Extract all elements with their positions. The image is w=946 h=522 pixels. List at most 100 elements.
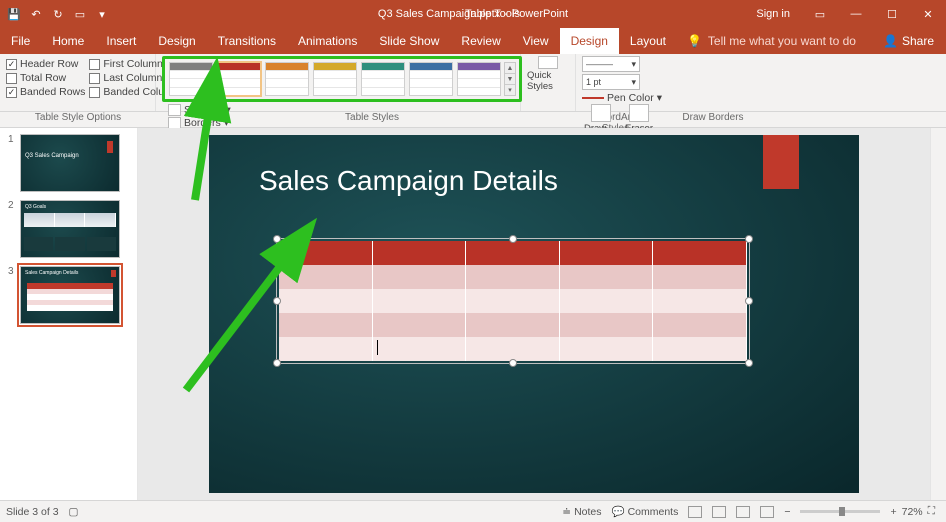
pen-weight-select[interactable]: 1 pt▾: [582, 74, 706, 90]
tab-insert[interactable]: Insert: [95, 28, 147, 54]
share-icon: 👤: [883, 34, 898, 48]
pen-color-icon: [582, 97, 604, 99]
gallery-scroll[interactable]: ▲▼▾: [504, 62, 516, 96]
tab-home[interactable]: Home: [41, 28, 95, 54]
vertical-scrollbar[interactable]: [930, 128, 946, 500]
close-icon[interactable]: ✕: [910, 0, 946, 28]
style-orange[interactable]: [265, 62, 309, 96]
redo-icon[interactable]: ↻: [50, 6, 66, 22]
zoom-out-icon[interactable]: −: [779, 506, 795, 518]
reading-view-icon[interactable]: [731, 506, 755, 518]
slide-indicator[interactable]: Slide 3 of 3: [6, 506, 59, 518]
resize-handle[interactable]: [745, 359, 753, 367]
accent-shape[interactable]: [763, 135, 799, 189]
pen-color-button[interactable]: Pen Color ▾: [582, 92, 706, 104]
quick-styles-button[interactable]: Quick Styles: [527, 56, 569, 92]
style-red[interactable]: [217, 62, 261, 96]
chevron-down-icon: ▾: [631, 77, 636, 88]
minimize-icon[interactable]: —: [838, 0, 874, 28]
tell-me-search[interactable]: 💡 Tell me what you want to do: [677, 28, 866, 54]
ribbon-display-icon[interactable]: ▭: [802, 0, 838, 28]
chevron-down-icon: ▾: [226, 104, 231, 116]
shading-button[interactable]: Shading ▾: [168, 104, 231, 116]
opt-header-row[interactable]: ✓Header Row: [6, 58, 85, 70]
status-bar: Slide 3 of 3 ▢ ≐ Notes 💬 Comments − + 72…: [0, 500, 946, 522]
zoom-slider[interactable]: [800, 510, 880, 513]
checkbox-icon: [89, 73, 100, 84]
tab-animations[interactable]: Animations: [287, 28, 368, 54]
tab-transitions[interactable]: Transitions: [207, 28, 287, 54]
slideshow-view-icon[interactable]: [755, 506, 779, 518]
slide-thumbnails-panel[interactable]: 1 Q3 Sales Campaign 2 Q3 Goals 3 Sales C…: [0, 128, 138, 500]
opt-banded-rows[interactable]: ✓Banded Rows: [6, 86, 85, 98]
style-purple[interactable]: [457, 62, 501, 96]
tab-file[interactable]: File: [0, 28, 41, 54]
wordart-icon: [538, 56, 558, 69]
contextual-tab-title: Table Tools: [465, 8, 520, 20]
undo-icon[interactable]: ↶: [28, 6, 44, 22]
group-table-style-options: ✓Header Row First Column Total Row Last …: [0, 54, 156, 111]
spellcheck-icon[interactable]: ▢: [69, 506, 79, 518]
style-blue[interactable]: [409, 62, 453, 96]
group-wordart-styles: Quick Styles: [521, 54, 576, 111]
eraser-icon: [629, 104, 649, 122]
lightbulb-icon: 💡: [687, 34, 702, 48]
slide-title[interactable]: Sales Campaign Details: [259, 165, 558, 197]
tab-table-design[interactable]: Design: [560, 28, 619, 54]
tab-table-layout[interactable]: Layout: [619, 28, 677, 54]
resize-handle[interactable]: [509, 359, 517, 367]
chevron-down-icon: ▾: [657, 92, 662, 104]
maximize-icon[interactable]: ☐: [874, 0, 910, 28]
workspace: 1 Q3 Sales Campaign 2 Q3 Goals 3 Sales C…: [0, 128, 946, 500]
checkbox-icon: [89, 59, 100, 70]
thumbnail-1[interactable]: 1 Q3 Sales Campaign: [8, 134, 129, 192]
resize-handle[interactable]: [273, 297, 281, 305]
resize-handle[interactable]: [745, 297, 753, 305]
ribbon-group-labels: Table Style Options Table Styles WordArt…: [0, 112, 946, 128]
notes-button[interactable]: ≐ Notes: [557, 506, 606, 518]
sorter-view-icon[interactable]: [707, 506, 731, 518]
fit-to-window-icon[interactable]: ⛶: [923, 505, 940, 518]
table-row[interactable]: [279, 337, 747, 361]
table-row[interactable]: [279, 241, 747, 265]
start-slideshow-icon[interactable]: ▭: [72, 6, 88, 22]
normal-view-icon[interactable]: [683, 506, 707, 518]
group-draw-borders: ———▾ 1 pt▾ Pen Color ▾ Draw Table Eraser: [576, 54, 716, 111]
slide[interactable]: Sales Campaign Details: [209, 135, 859, 493]
table-row[interactable]: [279, 289, 747, 313]
zoom-in-icon[interactable]: +: [885, 506, 901, 518]
style-teal[interactable]: [361, 62, 405, 96]
qat-dropdown-icon[interactable]: ▾: [94, 6, 110, 22]
sign-in-link[interactable]: Sign in: [744, 8, 802, 20]
checkbox-icon: ✓: [6, 87, 17, 98]
tab-review[interactable]: Review: [450, 28, 511, 54]
checkbox-icon: [6, 73, 17, 84]
share-button[interactable]: 👤 Share: [871, 28, 946, 54]
table-styles-gallery[interactable]: ▲▼▾: [162, 56, 522, 102]
thumbnail-2[interactable]: 2 Q3 Goals: [8, 200, 129, 258]
save-icon[interactable]: 💾: [6, 6, 22, 22]
shading-icon: [168, 104, 181, 116]
zoom-level[interactable]: 72%: [902, 506, 923, 518]
pen-style-select[interactable]: ———▾: [582, 56, 706, 72]
thumbnail-3[interactable]: 3 Sales Campaign Details: [8, 266, 129, 324]
style-gold[interactable]: [313, 62, 357, 96]
app-name: PowerPoint: [512, 8, 568, 20]
checkbox-icon: ✓: [6, 59, 17, 70]
resize-handle[interactable]: [745, 235, 753, 243]
resize-handle[interactable]: [509, 235, 517, 243]
style-neutral[interactable]: [169, 62, 213, 96]
tab-view[interactable]: View: [512, 28, 560, 54]
tab-design-main[interactable]: Design: [147, 28, 206, 54]
ribbon-tabs: File Home Insert Design Transitions Anim…: [0, 28, 946, 54]
comments-button[interactable]: 💬 Comments: [607, 505, 684, 518]
label-tso: Table Style Options: [0, 112, 156, 127]
table-object[interactable]: [279, 241, 747, 361]
slide-canvas-area[interactable]: Sales Campaign Details: [138, 128, 930, 500]
table-row[interactable]: [279, 313, 747, 337]
resize-handle[interactable]: [273, 235, 281, 243]
tab-slideshow[interactable]: Slide Show: [368, 28, 450, 54]
opt-total-row[interactable]: Total Row: [6, 72, 85, 84]
resize-handle[interactable]: [273, 359, 281, 367]
table-row[interactable]: [279, 265, 747, 289]
